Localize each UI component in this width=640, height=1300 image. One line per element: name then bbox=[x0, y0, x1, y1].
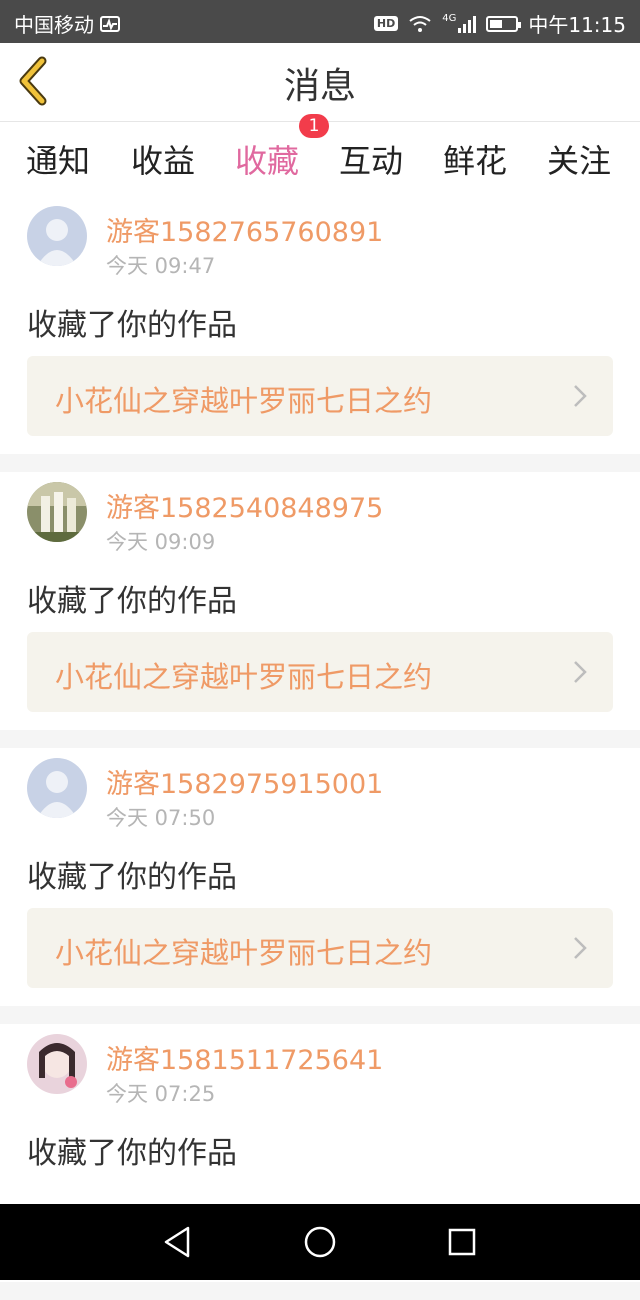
timestamp: 今天 09:47 bbox=[106, 254, 216, 278]
work-link[interactable]: 小花仙之穿越叶罗丽七日之约 bbox=[27, 632, 613, 712]
default-avatar-icon bbox=[27, 206, 87, 266]
chevron-right-icon bbox=[574, 937, 587, 959]
hd-badge: HD bbox=[373, 16, 399, 31]
activity-icon bbox=[100, 15, 120, 32]
photo-avatar-icon bbox=[27, 482, 87, 542]
battery-icon bbox=[486, 15, 522, 32]
tab-label: 收益 bbox=[131, 142, 196, 180]
carrier-name: 中国移动 bbox=[14, 13, 94, 37]
action-text: 收藏了你的作品 bbox=[27, 1136, 237, 1171]
tab-label: 互动 bbox=[339, 142, 404, 180]
avatar[interactable] bbox=[27, 206, 87, 266]
avatar[interactable] bbox=[27, 758, 87, 818]
title-bar: 消息 bbox=[0, 43, 640, 121]
chevron-right-icon bbox=[574, 385, 587, 407]
unread-badge: 1 bbox=[299, 114, 330, 138]
tab-favorites[interactable]: 收藏 1 bbox=[235, 114, 330, 200]
work-link[interactable]: 小花仙之穿越叶罗丽七日之约 bbox=[27, 908, 613, 988]
work-title: 小花仙之穿越叶罗丽七日之约 bbox=[55, 936, 433, 970]
nav-back-icon[interactable] bbox=[160, 1224, 196, 1260]
network-type: 4G bbox=[442, 13, 457, 24]
avatar[interactable] bbox=[27, 482, 87, 542]
nav-recents-icon[interactable] bbox=[444, 1224, 480, 1260]
tab-label: 关注 bbox=[547, 142, 612, 180]
nav-home-icon[interactable] bbox=[302, 1224, 338, 1260]
work-title: 小花仙之穿越叶罗丽七日之约 bbox=[55, 660, 433, 694]
tab-earnings[interactable]: 收益 bbox=[131, 136, 195, 182]
user-name[interactable]: 游客1582765760891 bbox=[106, 210, 383, 249]
timestamp: 今天 07:50 bbox=[106, 806, 216, 830]
timestamp: 今天 07:25 bbox=[106, 1082, 216, 1106]
tab-bar: 通知 收益 收藏 1 互动 鲜花 关注 bbox=[0, 114, 640, 200]
wifi-icon bbox=[409, 15, 431, 32]
clock: 中午11:15 bbox=[528, 13, 626, 37]
tab-flowers[interactable]: 鲜花 bbox=[443, 136, 507, 182]
default-avatar-icon bbox=[27, 758, 87, 818]
work-link[interactable]: 小花仙之穿越叶罗丽七日之约 bbox=[27, 356, 613, 436]
tab-label: 通知 bbox=[26, 142, 91, 180]
status-bar: 中国移动 HD 4G 中午11:15 bbox=[0, 0, 640, 43]
timestamp: 今天 09:09 bbox=[106, 530, 216, 554]
list-item: 游客1582540848975 今天 09:09 收藏了你的作品 小花仙之穿越叶… bbox=[0, 472, 640, 730]
photo-avatar-icon bbox=[27, 1034, 87, 1094]
tab-label: 鲜花 bbox=[443, 142, 508, 180]
tab-follow[interactable]: 关注 bbox=[547, 136, 611, 182]
message-list: 游客1582765760891 今天 09:47 收藏了你的作品 小花仙之穿越叶… bbox=[0, 196, 640, 1300]
action-text: 收藏了你的作品 bbox=[27, 584, 237, 619]
user-name[interactable]: 游客1582975915001 bbox=[106, 762, 383, 801]
action-text: 收藏了你的作品 bbox=[27, 860, 237, 895]
action-text: 收藏了你的作品 bbox=[27, 308, 237, 343]
user-name[interactable]: 游客1581511725641 bbox=[106, 1038, 383, 1077]
list-item: 游客1582975915001 今天 07:50 收藏了你的作品 小花仙之穿越叶… bbox=[0, 748, 640, 1006]
chevron-right-icon bbox=[574, 661, 587, 683]
avatar[interactable] bbox=[27, 1034, 87, 1094]
system-nav-bar bbox=[0, 1204, 640, 1280]
tab-notification[interactable]: 通知 bbox=[26, 136, 90, 182]
tab-label: 收藏 bbox=[235, 142, 300, 180]
list-item: 游客1582765760891 今天 09:47 收藏了你的作品 小花仙之穿越叶… bbox=[0, 196, 640, 454]
work-title: 小花仙之穿越叶罗丽七日之约 bbox=[55, 384, 433, 418]
tab-interaction[interactable]: 互动 bbox=[339, 136, 403, 182]
user-name[interactable]: 游客1582540848975 bbox=[106, 486, 383, 525]
signal-icon bbox=[458, 15, 477, 33]
page-title: 消息 bbox=[283, 66, 356, 107]
